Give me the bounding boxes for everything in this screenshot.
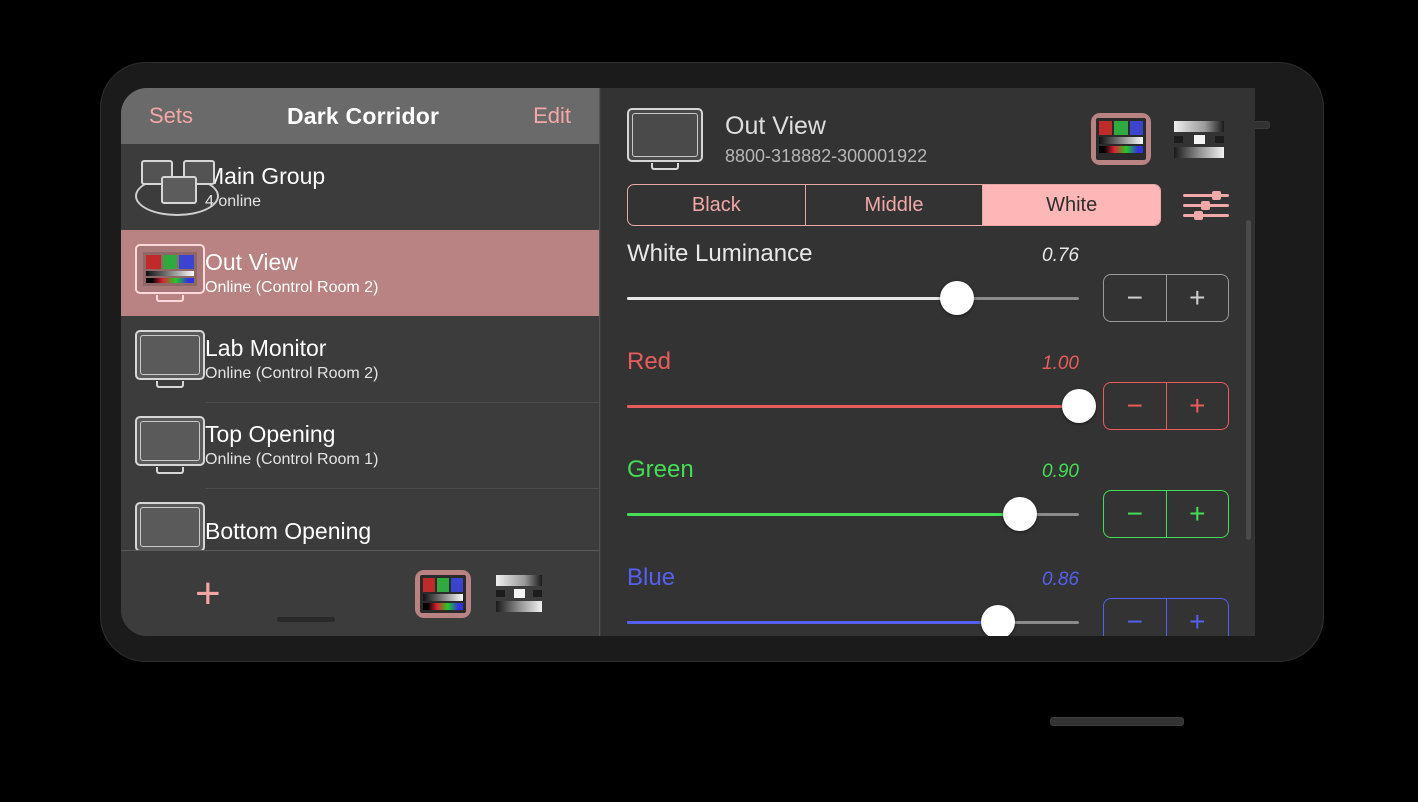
screenshot-root: Sets Dark Corridor Edit Main Group 4 onl… [0,0,1418,802]
list-item-title: Main Group [205,163,326,189]
tab-black[interactable]: Black [628,185,806,225]
list-item-out-view[interactable]: Out View Online (Control Room 2) [121,230,599,316]
list-item-title: Lab Monitor [205,335,327,361]
blue-slider[interactable] [627,605,1079,636]
sidebar-navbar: Sets Dark Corridor Edit [121,88,599,144]
device-name: Out View [725,111,826,140]
level-segmented-control: Black Middle White [627,184,1161,226]
increment-button[interactable]: + [1167,275,1229,321]
monitor-icon [627,108,703,170]
increment-button[interactable]: + [1167,383,1229,429]
add-device-button[interactable]: + [195,571,221,616]
edit-button[interactable]: Edit [533,103,571,129]
slider-label: Blue [627,564,676,591]
monitor-group-icon [135,156,219,218]
list-item-subtitle: Online (Control Room 1) [205,451,379,468]
tab-middle[interactable]: Middle [806,185,984,225]
list-item-title: Out View [205,249,298,275]
slider-value: 0.76 [1042,245,1079,266]
slider-value: 0.86 [1042,569,1079,590]
decrement-button[interactable]: − [1104,275,1167,321]
home-indicator [277,617,335,622]
page-title: Dark Corridor [286,102,440,129]
decrement-button[interactable]: − [1104,383,1167,429]
slider-value: 1.00 [1042,353,1079,374]
sidebar: Sets Dark Corridor Edit Main Group 4 onl… [121,88,600,636]
sets-back-button[interactable]: Sets [149,103,193,129]
green-stepper: − + [1103,490,1229,538]
slider-label: White Luminance [627,240,813,267]
device-header: Out View 8800-318882-300001922 [627,102,1229,176]
list-item-subtitle: Online (Control Room 2) [205,365,379,382]
green-slider[interactable] [627,497,1079,531]
red-stepper: − + [1103,382,1229,430]
list-item-title: Bottom Opening [205,517,372,544]
list-item-main-group[interactable]: Main Group 4 online [121,144,599,230]
red-slider[interactable] [627,389,1096,423]
sliders-settings-icon[interactable] [1183,186,1229,224]
sidebar-toolbar: + [121,550,599,636]
list-item-subtitle: Online (Control Room 2) [205,279,379,296]
greyscale-pattern-button[interactable] [491,570,547,618]
monitor-icon [135,330,205,388]
slider-group-blue: Blue 0.86 − + [627,564,1229,636]
slider-group-red: Red 1.00 − + [627,348,1229,430]
detail-pattern-buttons [1091,113,1229,165]
increment-button[interactable]: + [1167,491,1229,537]
blue-stepper: − + [1103,598,1229,636]
sidebar-pattern-buttons [415,569,599,618]
list-item-top-opening[interactable]: Top Opening Online (Control Room 1) [121,402,599,488]
device-list: Main Group 4 online Out View Online (Con… [121,144,599,574]
monitor-icon [135,416,205,474]
tablet-screen: Sets Dark Corridor Edit Main Group 4 onl… [121,88,1255,636]
greyscale-pattern-button[interactable] [1169,113,1229,165]
slider-group-green: Green 0.90 − + [627,456,1229,538]
detail-scrollbar[interactable] [1246,220,1251,540]
slider-group-white-luminance: White Luminance 0.76 − + [627,240,1229,322]
list-item-lab-monitor[interactable]: Lab Monitor Online (Control Room 2) [121,316,599,402]
device-serial: 8800-318882-300001922 [725,145,928,166]
level-segmented-control-row: Black Middle White [627,184,1229,226]
decrement-button[interactable]: − [1104,491,1167,537]
slider-label: Green [627,456,694,483]
list-item-title: Top Opening [205,421,336,447]
adjustment-sliders: White Luminance 0.76 − + Red 1.00 − + Gr… [627,240,1229,636]
white-luminance-slider[interactable] [627,281,1079,315]
list-item-subtitle: 4 online [205,193,262,210]
monitor-colorbars-icon [135,244,205,302]
detail-panel: Out View 8800-318882-300001922 Black Mid… [601,88,1255,636]
color-bars-pattern-button[interactable] [415,569,471,618]
increment-button[interactable]: + [1167,599,1229,636]
tab-white[interactable]: White [983,185,1160,225]
color-bars-pattern-button[interactable] [1091,113,1151,165]
slider-label: Red [627,348,672,375]
decrement-button[interactable]: − [1104,599,1167,636]
device-bottom-port [1051,718,1183,725]
white-luminance-stepper: − + [1103,274,1229,322]
slider-value: 0.90 [1042,461,1079,482]
